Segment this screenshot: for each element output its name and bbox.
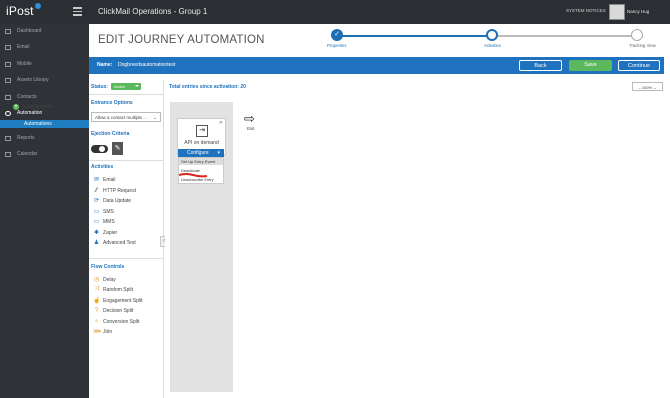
sidebar-item-contacts[interactable]: Contacts xyxy=(0,90,89,104)
system-notices-link[interactable]: SYSTEM NOTICES xyxy=(566,8,606,13)
ipost-logo[interactable]: iPost xyxy=(6,3,41,18)
envelope-icon: ✉ xyxy=(93,177,100,183)
sidebar-item-dashboard[interactable]: Dashboard xyxy=(0,24,89,38)
activity-zapier[interactable]: ✱ Zapier xyxy=(93,228,117,237)
caret-down-icon: ▾ xyxy=(217,150,220,156)
activity-mms[interactable]: ▭ MMS xyxy=(93,217,115,226)
step-activities[interactable] xyxy=(486,29,498,41)
sidebar-item-mobile[interactable]: Mobile xyxy=(0,57,89,71)
zapier-icon: ✱ xyxy=(93,230,100,236)
top-bar: iPost ClickMail Operations - Group 1 SYS… xyxy=(0,0,670,24)
activity-email[interactable]: ✉ Email xyxy=(93,175,116,184)
flow-engagement-split[interactable]: ☝ Engagement Split xyxy=(93,296,142,305)
entry-event-name: API on demand xyxy=(184,140,219,146)
hamburger-menu-icon[interactable] xyxy=(73,7,82,16)
automation-icon xyxy=(5,110,11,116)
mobile-icon xyxy=(5,61,11,67)
reports-icon xyxy=(5,135,11,141)
status-label: Status: xyxy=(91,84,108,90)
configure-menu: Set Up Entry Event Deactivate Unsubscrib… xyxy=(178,157,224,184)
name-label: Name: xyxy=(97,62,113,68)
sidebar-item-calendar[interactable]: Calendar xyxy=(0,147,89,161)
activities-heading: Activities xyxy=(91,164,114,170)
flow-conversion-split[interactable]: ♆ Conversion Split xyxy=(93,317,139,326)
activity-data-update[interactable]: ⟳ Data Update xyxy=(93,196,131,205)
join-icon: ⋙ xyxy=(93,329,102,335)
name-bar: Name: Dogbreedsautomationtest Back Save … xyxy=(89,57,664,74)
red-annotation-mark xyxy=(178,173,208,178)
configure-button[interactable]: Configure ▾ xyxy=(178,149,224,157)
exit-icon[interactable]: ⇨ xyxy=(244,111,255,127)
ejection-toggle[interactable] xyxy=(91,145,108,153)
trophy-icon: ♆ xyxy=(94,318,99,325)
flow-random-split[interactable]: ⤨ Random Split xyxy=(93,285,133,294)
page-title: EDIT JOURNEY AUTOMATION xyxy=(98,34,265,46)
ejection-criteria-heading: Ejection Criteria xyxy=(91,131,130,137)
flow-join[interactable]: ⋙ Join xyxy=(93,327,112,336)
dashboard-icon xyxy=(5,28,11,34)
entrance-options-select[interactable]: Allow a contact multiple ... ⌄ xyxy=(91,112,161,122)
api-entry-icon: ⇥ xyxy=(196,125,208,137)
add-entry-event-icon[interactable]: + xyxy=(13,104,19,110)
status-dropdown[interactable]: Active xyxy=(111,83,141,90)
entry-events-header: + Entry Events xyxy=(13,104,52,110)
step-label-tracking-view: Tracking View xyxy=(629,43,656,48)
app-title: ClickMail Operations - Group 1 xyxy=(98,7,208,16)
close-icon[interactable]: ✕ xyxy=(219,120,223,126)
step-tracking-view[interactable] xyxy=(631,29,643,41)
journey-canvas: Total entries since activation: 20 – 100… xyxy=(165,80,670,398)
save-button[interactable]: Save xyxy=(569,60,612,71)
activity-advanced-test[interactable]: ♟ Advanced Test xyxy=(93,238,136,247)
shuffle-icon: ⤨ xyxy=(94,286,99,292)
step-label-activities: Activities xyxy=(484,43,501,48)
sidebar-item-reports[interactable]: Reports xyxy=(0,131,89,145)
flow-delay[interactable]: ◷ Delay xyxy=(93,275,116,284)
flow-controls-heading: Flow Controls xyxy=(91,264,125,270)
avatar[interactable] xyxy=(609,4,625,20)
contacts-icon xyxy=(5,94,11,100)
assets-icon xyxy=(5,77,11,83)
person-icon: ♟ xyxy=(93,240,100,246)
sidebar-item-assets-library[interactable]: Assets Library xyxy=(0,73,89,87)
email-icon xyxy=(5,44,11,50)
sidebar: Dashboard Email Mobile Assets Library Co… xyxy=(0,24,89,398)
refresh-icon: ⟳ xyxy=(93,198,100,204)
entrance-options-heading: Entrance Options xyxy=(91,100,133,106)
clock-icon: ◷ xyxy=(93,277,100,283)
sidebar-item-email[interactable]: Email xyxy=(0,40,89,54)
edit-pencil-icon[interactable]: ✎ xyxy=(112,142,123,155)
sidebar-subitem-automations[interactable]: Automations xyxy=(0,120,89,128)
total-entries-label: Total entries since activation: 20 xyxy=(169,84,246,90)
http-icon: ⁄⁄ xyxy=(95,187,98,194)
calendar-icon xyxy=(5,151,11,157)
sms-icon: ▭ xyxy=(93,209,100,215)
activity-http-request[interactable]: ⁄⁄ HTTP Request xyxy=(93,186,136,195)
user-name[interactable]: Nancy Hug xyxy=(627,9,649,14)
menu-item-setup[interactable]: Set Up Entry Event xyxy=(181,159,215,164)
page-header: EDIT JOURNEY AUTOMATION ✓ Properties Act… xyxy=(89,24,670,57)
back-button[interactable]: Back xyxy=(519,60,562,71)
activity-sms[interactable]: ▭ SMS xyxy=(93,207,114,216)
automation-name: Dogbreedsautomationtest xyxy=(118,62,176,68)
engagement-icon: ☝ xyxy=(93,298,101,304)
exit-label: Exit xyxy=(247,126,255,131)
flow-decision-split[interactable]: ? Decision Split xyxy=(93,306,133,315)
chevron-down-icon: ⌄ xyxy=(152,115,157,121)
question-icon: ? xyxy=(94,307,99,314)
continue-button[interactable]: Continue xyxy=(618,60,660,71)
activities-panel: Status: Active Entrance Options Allow a … xyxy=(89,80,164,398)
step-properties[interactable]: ✓ xyxy=(331,29,343,41)
mms-icon: ▭ xyxy=(93,219,100,225)
step-label-properties: Properties xyxy=(327,43,347,48)
zoom-select[interactable]: – 100% ⌄ xyxy=(632,82,663,91)
